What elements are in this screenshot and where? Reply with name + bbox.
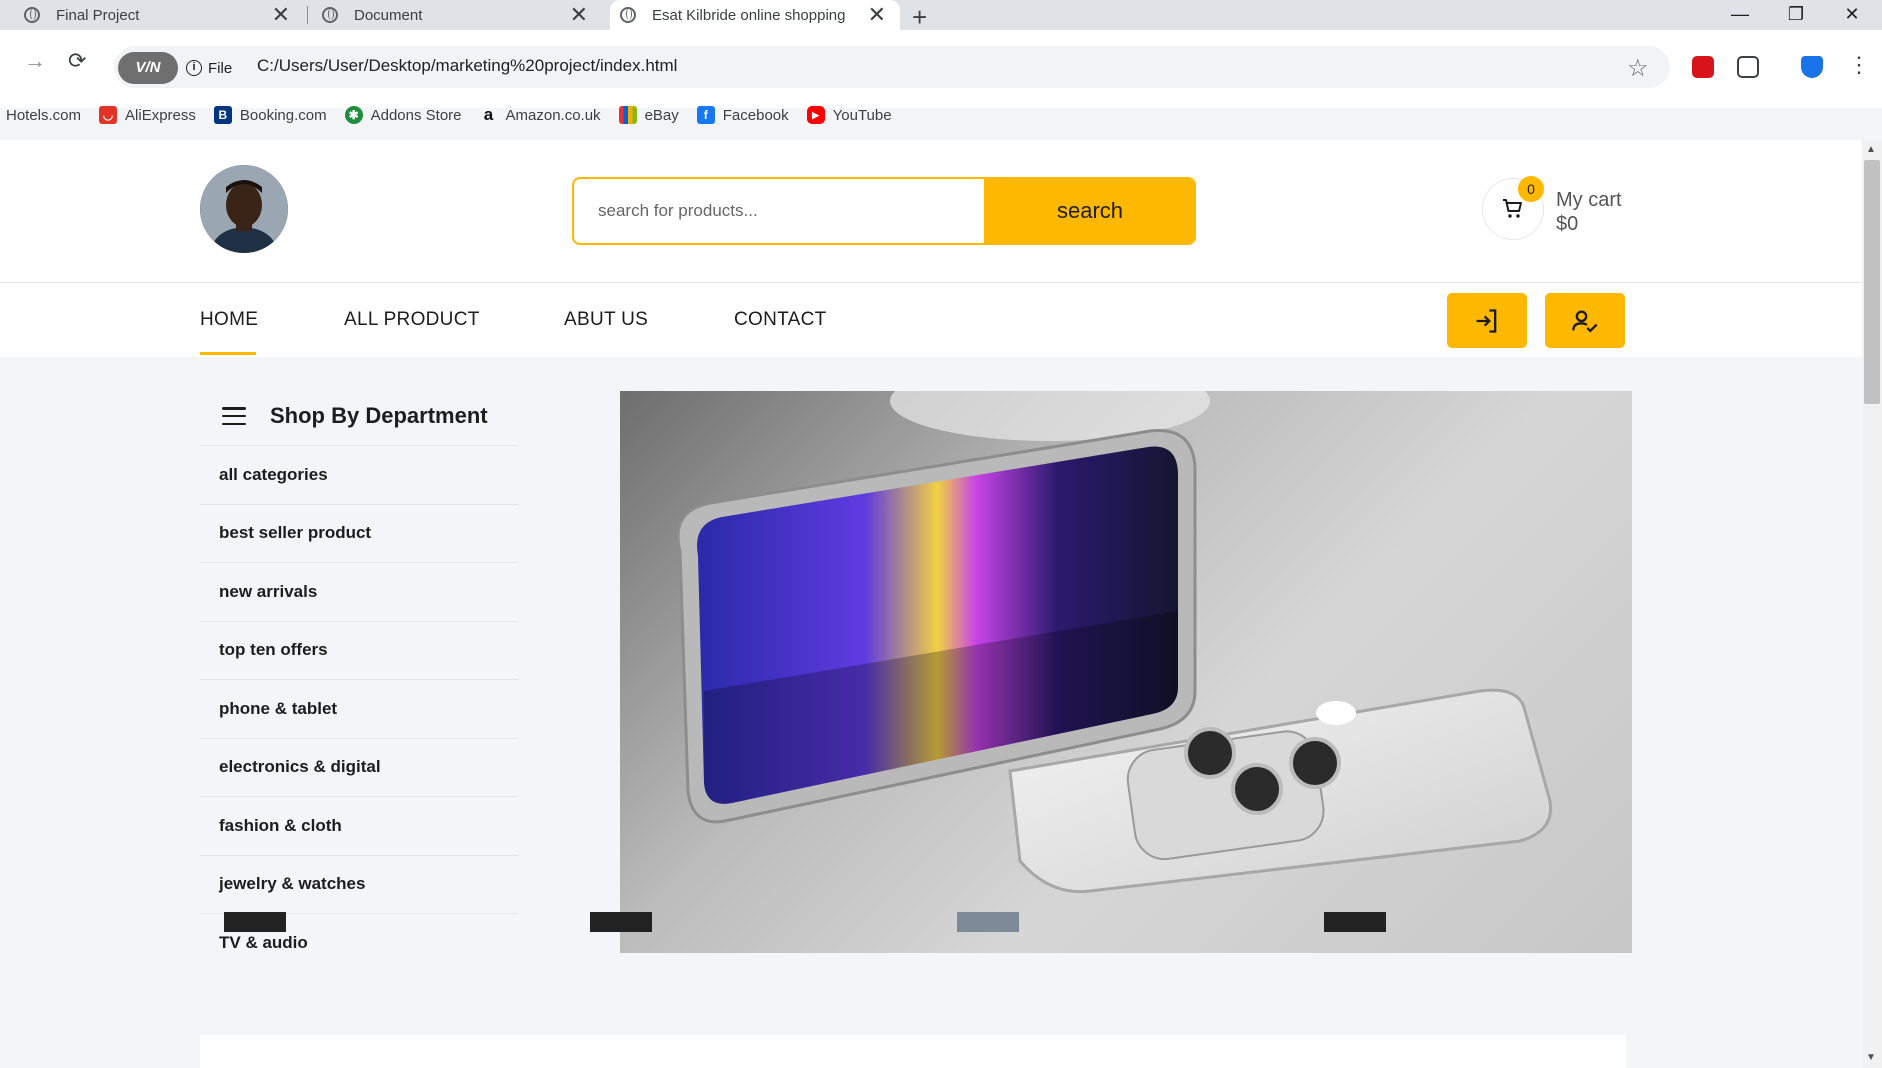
tab-esat-kilbride[interactable]: Esat Kilbride online shopping ✕ <box>610 0 900 30</box>
nav-home[interactable]: HOME <box>200 309 258 331</box>
bookmark-label: YouTube <box>832 106 892 124</box>
account-button[interactable] <box>1545 293 1625 348</box>
bookmark-label: Facebook <box>722 106 789 124</box>
hamburger-icon <box>222 407 246 425</box>
department-item[interactable]: new arrivals <box>200 562 518 621</box>
product-strip <box>200 1035 1626 1068</box>
login-button[interactable] <box>1447 293 1527 348</box>
bookmark-label: Addons Store <box>370 106 462 124</box>
phone-product-illustration <box>676 391 1553 894</box>
department-title: Shop By Department <box>270 403 488 428</box>
search-input[interactable] <box>574 179 984 243</box>
bookmark-label: Booking.com <box>239 106 327 124</box>
addons-icon: ✱ <box>344 106 363 124</box>
bookmark-amazon[interactable]: a Amazon.co.uk <box>480 106 601 124</box>
department-item[interactable]: all categories <box>200 445 518 504</box>
close-window-button[interactable]: ✕ <box>1822 0 1882 28</box>
scrollbar-thumb[interactable] <box>1864 160 1880 404</box>
tab-title: Document <box>354 6 423 24</box>
bookmark-booking[interactable]: B Booking.com <box>213 106 327 124</box>
bookmark-addons[interactable]: ✱ Addons Store <box>344 106 462 124</box>
product-thumb[interactable] <box>224 912 286 932</box>
url-text[interactable]: C:/Users/User/Desktop/marketing%20projec… <box>257 56 677 76</box>
bookmark-facebook[interactable]: f Facebook <box>696 106 789 124</box>
shield-extension-icon[interactable] <box>1692 56 1714 78</box>
menu-kebab-icon[interactable]: ⋮ <box>1848 52 1870 78</box>
scroll-up-arrow[interactable]: ▲ <box>1866 144 1876 155</box>
cart-summary[interactable]: My cart $0 <box>1556 188 1622 236</box>
department-item[interactable]: best seller product <box>200 503 518 563</box>
cart-total: $0 <box>1556 213 1579 235</box>
department-list: all categories best seller product new a… <box>200 445 518 972</box>
puzzle-extensions-icon[interactable] <box>1737 56 1759 78</box>
globe-icon <box>322 7 338 23</box>
globe-icon <box>620 7 636 23</box>
file-label: File <box>208 59 233 77</box>
product-thumb[interactable] <box>1324 912 1386 932</box>
restore-button[interactable]: ❐ <box>1766 0 1826 28</box>
tab-title: Esat Kilbride online shopping <box>652 6 846 24</box>
login-icon <box>1476 308 1497 333</box>
bookmark-label: eBay <box>644 106 679 124</box>
scroll-down-arrow[interactable]: ▼ <box>1866 1052 1876 1063</box>
reload-button[interactable]: ⟳ <box>68 48 86 74</box>
bookmarks-bar: Hotels.com ◡ AliExpress B Booking.com ✱ … <box>0 100 910 130</box>
product-thumb[interactable] <box>590 912 652 932</box>
department-item[interactable]: top ten offers <box>200 620 518 680</box>
close-tab-icon[interactable]: ✕ <box>868 4 886 26</box>
amazon-icon: a <box>483 105 494 124</box>
bookmark-label: Hotels.com <box>6 106 82 124</box>
tab-title: Final Project <box>56 6 140 24</box>
close-tab-icon[interactable]: ✕ <box>272 4 290 26</box>
department-item[interactable]: phone & tablet <box>200 679 518 738</box>
department-header[interactable]: Shop By Department <box>200 386 518 446</box>
site-info-chip[interactable]: i File <box>186 52 232 84</box>
cart-title: My cart <box>1556 189 1622 211</box>
tab-divider <box>307 6 308 24</box>
globe-icon <box>24 7 40 23</box>
tab-document[interactable]: Document ✕ <box>322 0 602 30</box>
bookmark-aliexpress[interactable]: ◡ AliExpress <box>99 106 196 124</box>
bookmark-ebay[interactable]: eBay <box>618 106 679 124</box>
bookmark-star-icon[interactable]: ☆ <box>1627 54 1649 83</box>
minimize-button[interactable]: — <box>1710 0 1770 28</box>
product-thumb[interactable] <box>957 912 1019 932</box>
vpn-badge[interactable]: V/N <box>118 52 178 84</box>
cart-icon <box>1503 199 1522 218</box>
avatar[interactable] <box>200 165 288 253</box>
bookmark-youtube[interactable]: ▶ YouTube <box>806 106 892 124</box>
search-bar: search <box>572 177 1196 245</box>
department-item[interactable]: jewelry & watches <box>200 854 518 914</box>
info-icon: i <box>186 60 202 76</box>
close-tab-icon[interactable]: ✕ <box>570 4 588 26</box>
booking-icon: B <box>213 106 232 124</box>
nav-about-us[interactable]: ABUT US <box>564 309 648 331</box>
ebay-icon <box>618 106 637 124</box>
facebook-icon: f <box>696 106 715 124</box>
department-item[interactable]: fashion & cloth <box>200 796 518 855</box>
aliexpress-icon: ◡ <box>99 106 118 124</box>
new-tab-button[interactable]: + <box>912 2 927 33</box>
bitwarden-extension-icon[interactable] <box>1801 56 1823 78</box>
bookmark-label: AliExpress <box>125 106 196 124</box>
nav-all-product[interactable]: ALL PRODUCT <box>344 309 480 331</box>
bookmark-label: Amazon.co.uk <box>505 106 601 124</box>
site-header: search 0 My cart $0 <box>0 140 1862 283</box>
hero-banner-image[interactable] <box>620 391 1632 953</box>
department-item[interactable]: electronics & digital <box>200 737 518 797</box>
avatar-photo <box>200 165 288 253</box>
active-nav-indicator <box>200 352 256 355</box>
cart-count-badge: 0 <box>1518 176 1544 202</box>
youtube-icon: ▶ <box>806 106 825 124</box>
search-button[interactable]: search <box>984 179 1194 243</box>
user-check-icon <box>1572 310 1598 333</box>
tab-final-project[interactable]: Final Project ✕ <box>24 0 304 30</box>
nav-contact[interactable]: CONTACT <box>734 309 827 331</box>
forward-button[interactable]: → <box>24 48 46 74</box>
bookmark-hotels[interactable]: Hotels.com <box>6 107 81 124</box>
